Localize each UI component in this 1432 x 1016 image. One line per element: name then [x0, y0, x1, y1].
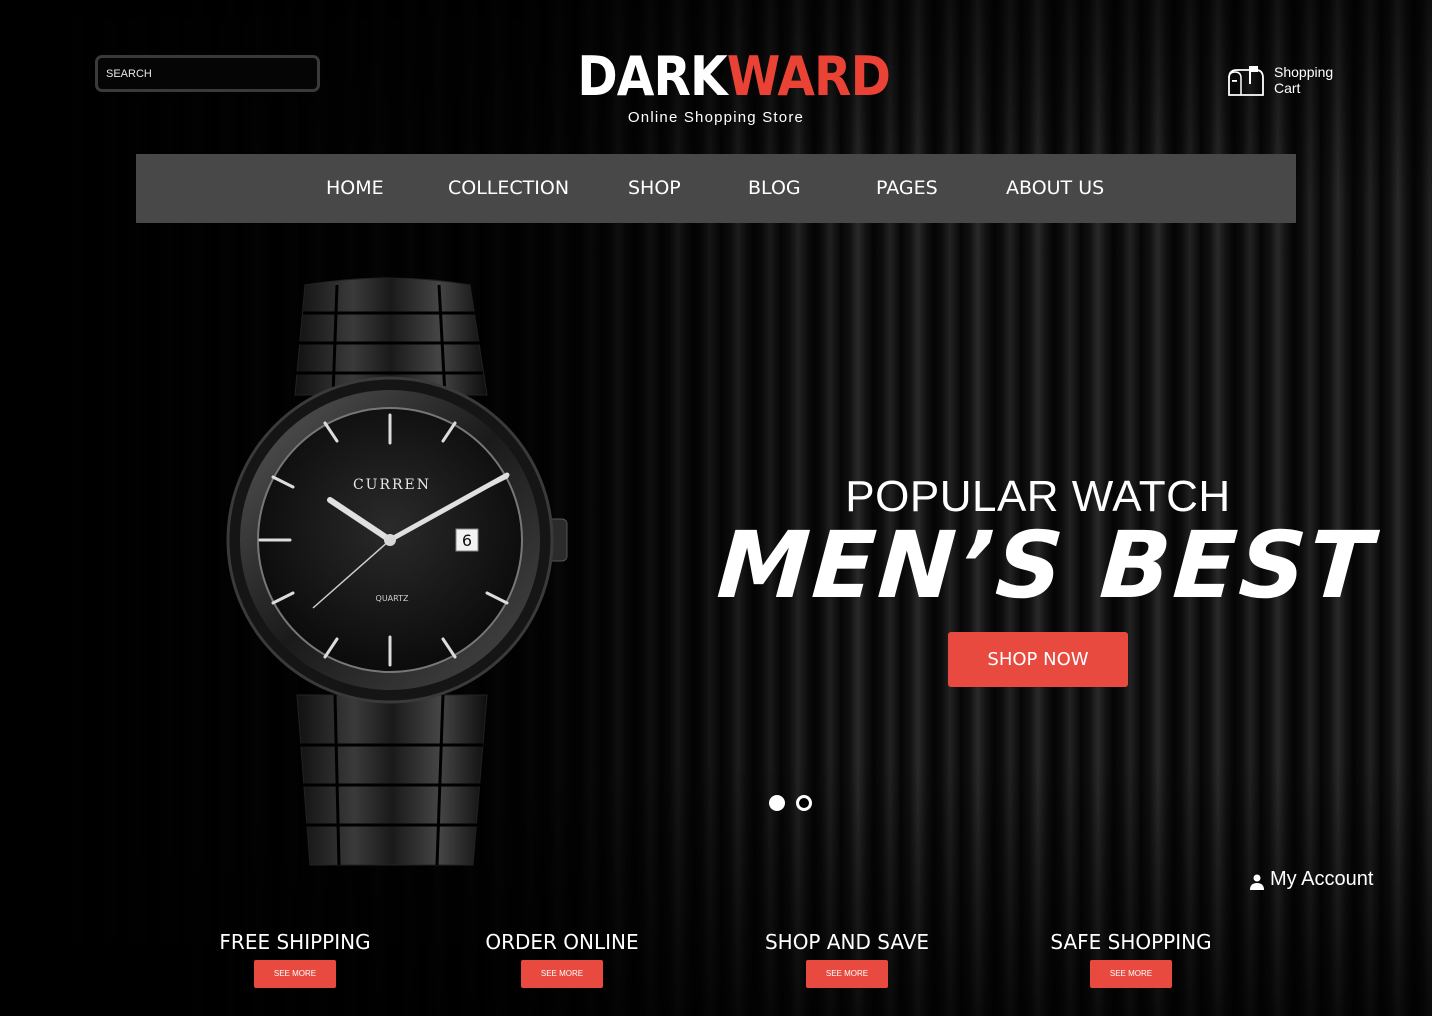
see-more-button[interactable]: SEE MORE	[806, 960, 888, 988]
feature-shop-and-save: SHOP AND SAVE SEE MORE	[752, 930, 942, 988]
nav-item-about-us[interactable]: ABOUT US	[1006, 154, 1104, 223]
main-nav: HOME COLLECTION SHOP BLOG PAGES ABOUT US	[136, 154, 1296, 223]
feature-order-online: ORDER ONLINE SEE MORE	[472, 930, 652, 988]
feature-title: SAFE SHOPPING	[1050, 930, 1212, 954]
shopping-cart-link[interactable]: Shopping Cart	[1226, 64, 1333, 98]
nav-item-shop[interactable]: SHOP	[628, 154, 681, 223]
see-more-button[interactable]: SEE MORE	[254, 960, 336, 988]
feature-title: ORDER ONLINE	[485, 930, 639, 954]
logo-title-white: DARK	[577, 45, 727, 108]
feature-free-shipping: FREE SHIPPING SEE MORE	[205, 930, 385, 988]
my-account-label: My Account	[1270, 868, 1374, 890]
user-icon	[1250, 874, 1264, 890]
feature-title: SHOP AND SAVE	[764, 930, 930, 954]
search-input[interactable]	[106, 67, 309, 80]
watch-brand: CURREN	[353, 477, 431, 493]
feature-safe-shopping: SAFE SHOPPING SEE MORE	[1036, 930, 1226, 988]
watch-model: QUARTZ	[376, 594, 409, 603]
feature-title: FREE SHIPPING	[219, 930, 371, 954]
logo-title-red: WARD	[726, 45, 891, 108]
see-more-button[interactable]: SEE MORE	[521, 960, 603, 988]
nav-item-collection[interactable]: COLLECTION	[448, 154, 569, 223]
cart-label: Shopping Cart	[1274, 64, 1333, 96]
cart-label-line1: Shopping	[1274, 64, 1334, 80]
hero-title: MEN’S BEST	[714, 512, 1379, 619]
logo-subtitle: Online Shopping Store	[627, 109, 805, 126]
nav-item-home[interactable]: HOME	[326, 154, 384, 223]
shop-now-button[interactable]: SHOP NOW	[948, 632, 1128, 687]
my-account-link[interactable]: My Account	[1250, 868, 1373, 891]
site-logo[interactable]: DARKWARD Online Shopping Store	[560, 45, 891, 126]
nav-item-blog[interactable]: BLOG	[748, 154, 801, 223]
carousel-dot-2[interactable]	[796, 795, 812, 811]
cart-label-line2: Cart	[1274, 80, 1301, 96]
see-more-button[interactable]: SEE MORE	[1090, 960, 1172, 988]
search-box[interactable]	[95, 55, 320, 92]
carousel-dot-1[interactable]	[769, 795, 785, 811]
nav-item-pages[interactable]: PAGES	[876, 154, 938, 223]
watch-product-image: 6 CURREN QUARTZ	[226, 277, 568, 866]
mailbox-cart-icon	[1228, 66, 1264, 96]
watch-date: 6	[462, 531, 472, 550]
logo-title: DARKWARD	[577, 45, 891, 109]
